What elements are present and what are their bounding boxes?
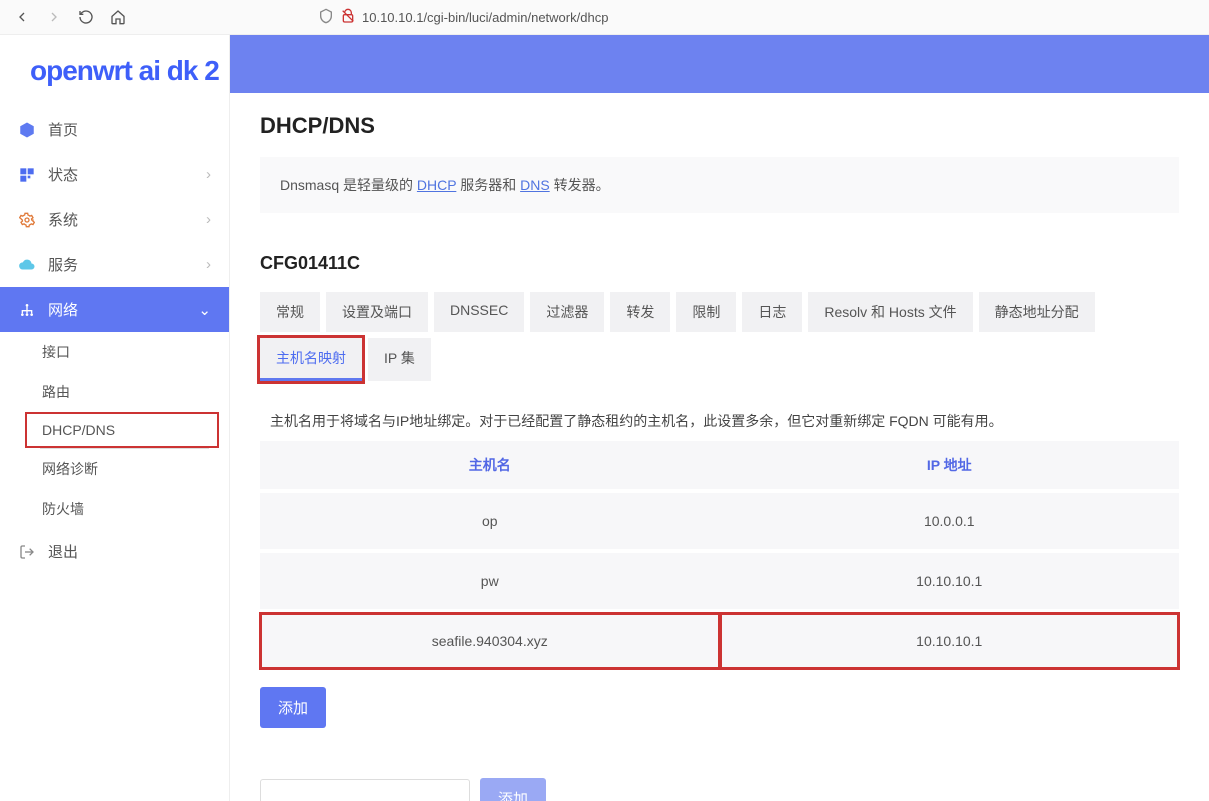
reload-button[interactable] [74,5,98,29]
tab-ports[interactable]: 设置及端口 [326,292,428,332]
browser-toolbar: 10.10.10.1/cgi-bin/luci/admin/network/dh… [0,0,1209,35]
tab-filter[interactable]: 过滤器 [530,292,604,332]
tab-general[interactable]: 常规 [260,292,320,332]
brand-logo: openwrt ai dk 2 [0,55,229,107]
sidebar-sub-routes[interactable]: 路由 [0,372,229,412]
tab-limits[interactable]: 限制 [676,292,736,332]
table-row[interactable]: op 10.0.0.1 [260,491,1179,551]
shield-icon [318,8,334,27]
home-button[interactable] [106,5,130,29]
cell-hostname: pw [260,551,720,611]
tab-bar: 常规 设置及端口 DNSSEC 过滤器 转发 限制 日志 Resolv 和 Ho… [260,292,1179,381]
sidebar-sub-diagnostics[interactable]: 网络诊断 [0,449,229,489]
tab-ipsets[interactable]: IP 集 [368,338,431,381]
cell-hostname: seafile.940304.xyz [260,613,720,669]
grid-icon [18,166,36,184]
sidebar-item-services[interactable]: 服务 › [0,242,229,287]
sidebar-item-label: 退出 [48,541,78,562]
sidebar-item-status[interactable]: 状态 › [0,152,229,197]
tab-resolv[interactable]: Resolv 和 Hosts 文件 [808,292,972,332]
back-button[interactable] [10,5,34,29]
tab-hostnames[interactable]: 主机名映射 [260,338,362,381]
cell-ip: 10.10.10.1 [720,613,1180,669]
chevron-right-icon: › [206,211,211,228]
sidebar-item-logout[interactable]: 退出 [0,529,229,574]
tab-log[interactable]: 日志 [742,292,802,332]
col-hostname: 主机名 [260,441,720,491]
sidebar-sub-interfaces[interactable]: 接口 [0,332,229,372]
hostnames-table: 主机名 IP 地址 op 10.0.0.1 pw 10.10.10.1 seaf… [260,441,1179,669]
sidebar-item-home[interactable]: 首页 [0,107,229,152]
cell-ip: 10.0.0.1 [720,491,1180,551]
sidebar-item-label: 首页 [48,119,78,140]
chevron-right-icon: › [206,166,211,183]
cube-icon [18,121,36,139]
page-title: DHCP/DNS [260,113,1179,139]
sidebar-item-label: 状态 [48,164,78,185]
sidebar-item-system[interactable]: 系统 › [0,197,229,242]
dhcp-link[interactable]: DHCP [417,177,456,193]
col-ip: IP 地址 [720,441,1180,491]
tab-static[interactable]: 静态地址分配 [979,292,1095,332]
add-section-button[interactable]: 添加 [480,778,546,801]
submenu-network: 接口 路由 DHCP/DNS 网络诊断 防火墙 [0,332,229,529]
cell-ip: 10.10.10.1 [720,551,1180,611]
add-section-row: 添加 [260,778,1179,801]
table-row[interactable]: pw 10.10.10.1 [260,551,1179,611]
sidebar-item-label: 网络 [48,299,78,320]
content-area: DHCP/DNS Dnsmasq 是轻量级的 DHCP 服务器和 DNS 转发器… [230,35,1209,801]
network-icon [18,301,36,319]
sidebar-item-label: 服务 [48,254,78,275]
logout-icon [18,543,36,561]
page-description: Dnsmasq 是轻量级的 DHCP 服务器和 DNS 转发器。 [260,157,1179,213]
add-button[interactable]: 添加 [260,687,326,728]
sidebar-sub-firewall[interactable]: 防火墙 [0,489,229,529]
section-title: CFG01411C [260,253,1179,274]
gear-icon [18,211,36,229]
sidebar-item-label: 系统 [48,209,78,230]
new-section-input[interactable] [260,779,470,801]
sidebar: openwrt ai dk 2 首页 状态 › 系统 › 服务 › 网络 ⌄ 接… [0,35,230,801]
cloud-icon [18,256,36,274]
tab-dnssec[interactable]: DNSSEC [434,292,524,332]
chevron-right-icon: › [206,256,211,273]
help-text: 主机名用于将域名与IP地址绑定。对于已经配置了静态租约的主机名，此设置多余，但它… [270,411,1179,431]
forward-button[interactable] [42,5,66,29]
dns-link[interactable]: DNS [520,177,550,193]
sidebar-item-network[interactable]: 网络 ⌄ [0,287,229,332]
chevron-down-icon: ⌄ [198,301,211,319]
sidebar-sub-dhcpdns[interactable]: DHCP/DNS [25,412,219,448]
cell-hostname: op [260,491,720,551]
tab-forward[interactable]: 转发 [610,292,670,332]
url-text[interactable]: 10.10.10.1/cgi-bin/luci/admin/network/dh… [362,10,608,25]
table-row[interactable]: seafile.940304.xyz 10.10.10.1 [260,611,1179,669]
insecure-icon [340,8,356,27]
